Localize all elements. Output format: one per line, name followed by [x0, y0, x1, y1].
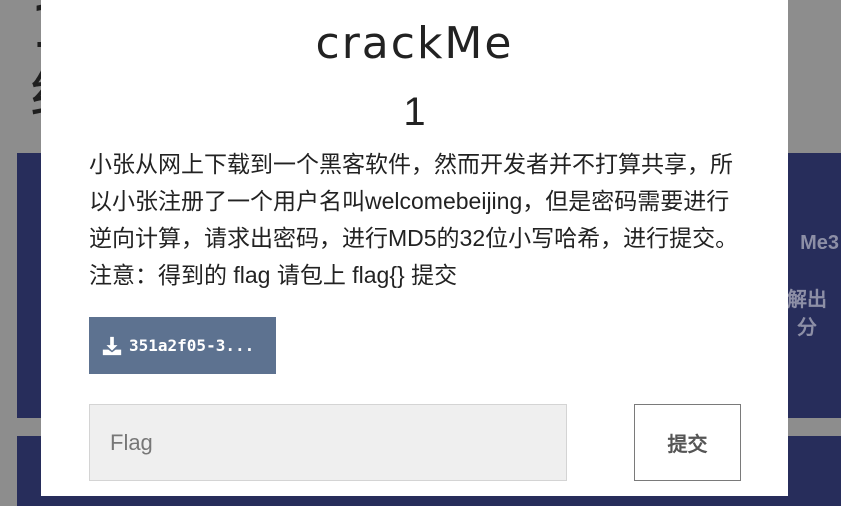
background-card-solves: 解出 分 — [787, 286, 827, 342]
background-card-title: Me3 — [800, 232, 839, 254]
background-card-solves-line-1: 解出 — [787, 289, 827, 311]
challenge-modal: crackMe 1 小张从网上下载到一个黑客软件，然而开发者并不打算共享，所以小… — [41, 0, 788, 496]
file-name: 351a2f05-3... — [129, 336, 255, 355]
challenge-title: crackMe — [315, 18, 514, 69]
submit-button[interactable]: 提交 — [634, 404, 741, 481]
download-icon — [102, 336, 122, 355]
flag-input[interactable] — [89, 404, 567, 481]
download-file-button[interactable]: 351a2f05-3... — [89, 317, 276, 374]
challenge-points: 1 — [403, 90, 426, 134]
challenge-description: 小张从网上下载到一个黑客软件，然而开发者并不打算共享，所以小张注册了一个用户名叫… — [89, 151, 739, 288]
background-card-solves-line-2: 分 — [797, 317, 817, 339]
